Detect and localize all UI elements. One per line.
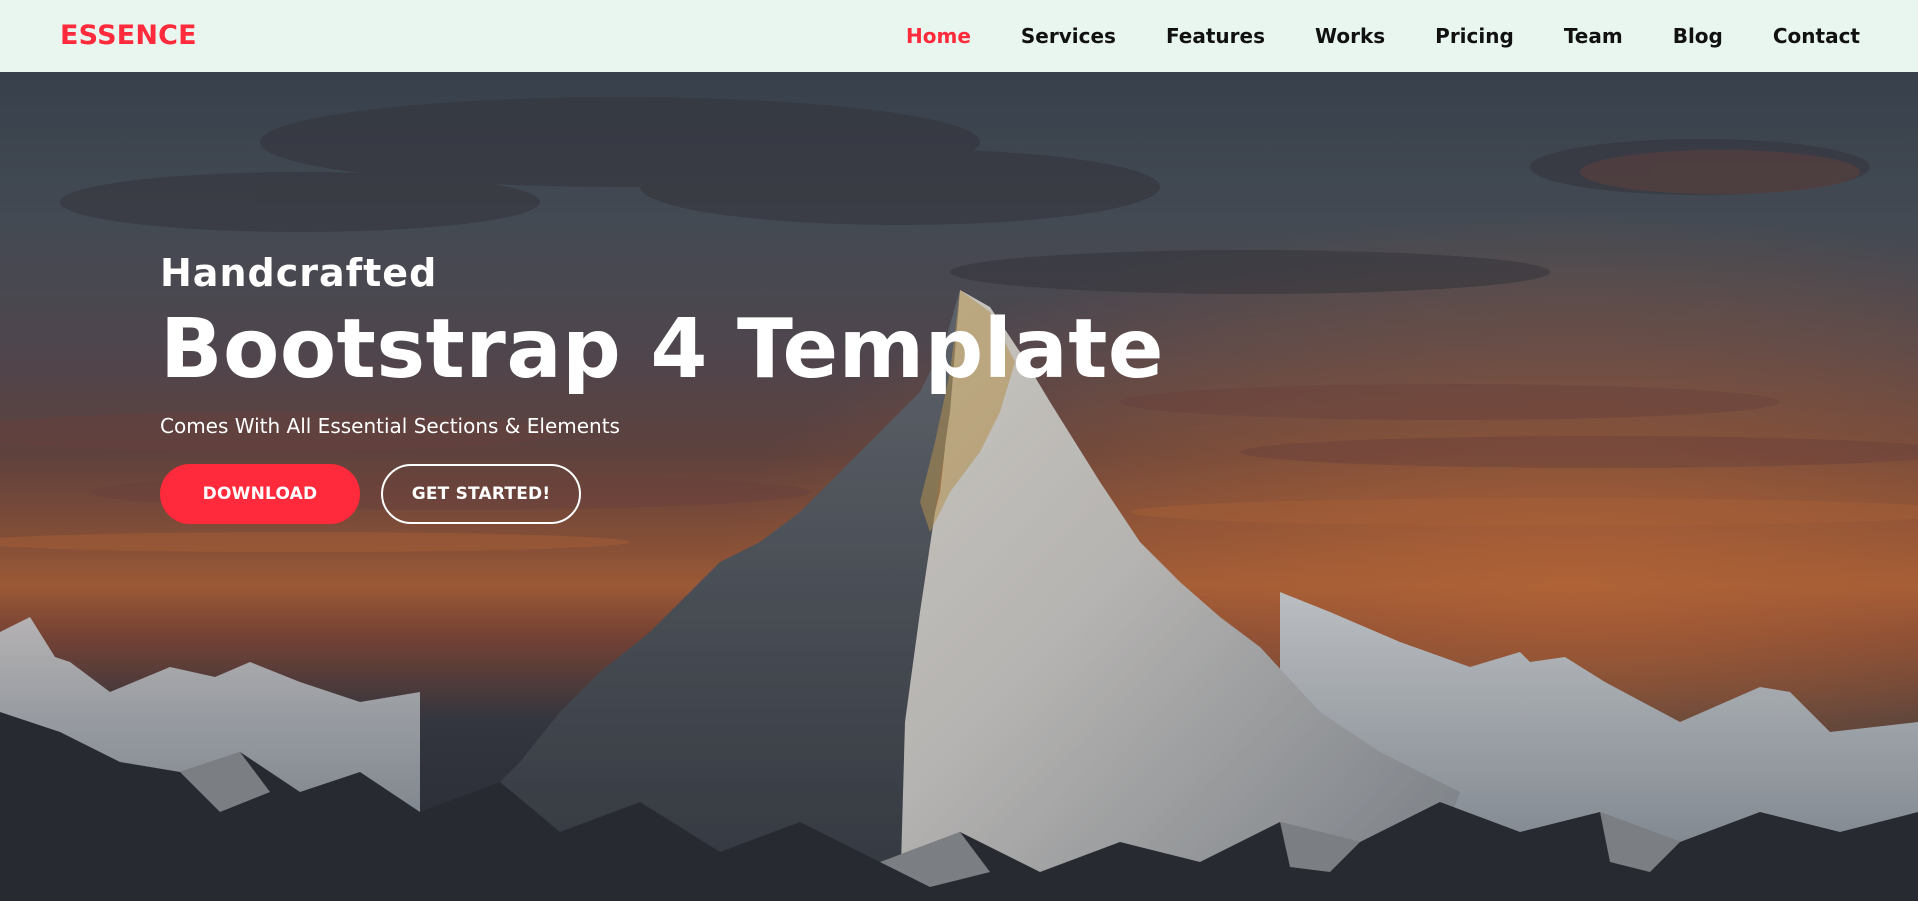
nav-item-home[interactable]: Home	[906, 22, 971, 50]
nav-item-contact[interactable]: Contact	[1773, 22, 1860, 50]
nav-item-works[interactable]: Works	[1315, 22, 1385, 50]
brand-logo[interactable]: ESSENCE	[60, 19, 197, 53]
download-button[interactable]: DOWNLOAD	[160, 464, 360, 524]
main-nav: Home Services Features Works Pricing Tea…	[856, 22, 1860, 50]
get-started-button[interactable]: GET STARTED!	[381, 464, 581, 524]
hero-subtitle: Comes With All Essential Sections & Elem…	[160, 414, 620, 438]
nav-item-features[interactable]: Features	[1166, 22, 1265, 50]
hero-kicker: Handcrafted	[160, 251, 438, 295]
nav-item-team[interactable]: Team	[1564, 22, 1623, 50]
top-navbar: ESSENCE Home Services Features Works Pri…	[0, 0, 1918, 72]
hero-content: Handcrafted Bootstrap 4 Template Comes W…	[160, 250, 1164, 524]
hero-button-group: DOWNLOAD GET STARTED!	[160, 464, 1164, 524]
nav-item-pricing[interactable]: Pricing	[1435, 22, 1514, 50]
hero-title: Bootstrap 4 Template	[160, 302, 1165, 397]
nav-item-blog[interactable]: Blog	[1673, 22, 1723, 50]
nav-item-services[interactable]: Services	[1021, 22, 1116, 50]
hero-section: Handcrafted Bootstrap 4 Template Comes W…	[0, 72, 1918, 901]
